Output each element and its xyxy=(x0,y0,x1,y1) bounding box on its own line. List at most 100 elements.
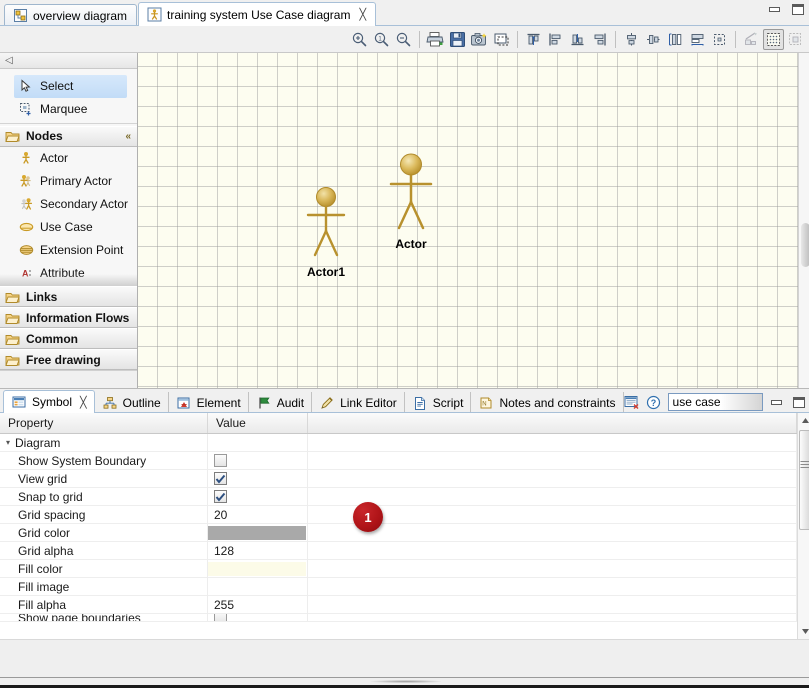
palette-item-actor[interactable]: Actor xyxy=(0,147,137,170)
property-value[interactable] xyxy=(208,487,308,506)
palette-item-secondary-actor[interactable]: Secondary Actor xyxy=(0,193,137,216)
palette-drawer-links[interactable]: Links xyxy=(0,286,137,307)
maximize-window-button[interactable] xyxy=(790,2,806,16)
match-height-icon[interactable] xyxy=(665,29,686,50)
zoom-out-icon[interactable] xyxy=(393,29,414,50)
properties-scrollbar-thumb[interactable] xyxy=(799,430,811,530)
property-value[interactable] xyxy=(208,559,308,578)
align-left-icon[interactable] xyxy=(545,29,566,50)
property-value[interactable] xyxy=(208,614,308,621)
table-row[interactable]: Fill color xyxy=(0,559,797,578)
palette-tool-select[interactable]: Select xyxy=(14,74,127,98)
palette-drawer-common[interactable]: Common xyxy=(0,328,137,349)
close-icon[interactable]: ╳ xyxy=(80,396,87,409)
table-row[interactable]: Grid spacing 20 xyxy=(0,505,797,524)
property-value[interactable] xyxy=(208,451,308,470)
checkbox-unchecked[interactable] xyxy=(214,454,227,467)
tab-link-editor[interactable]: Link Editor xyxy=(312,392,405,413)
align-top-icon[interactable] xyxy=(523,29,544,50)
tab-notes-and-constraints[interactable]: N Notes and constraints xyxy=(471,392,624,413)
symbol-search-input[interactable]: use case xyxy=(667,393,763,411)
palette-divider xyxy=(0,122,137,124)
tab-audit[interactable]: Audit xyxy=(249,392,313,413)
column-header-value[interactable]: Value xyxy=(208,413,308,433)
align-middle-horizontal-icon[interactable] xyxy=(643,29,664,50)
editor-tab-use-case-diagram[interactable]: training system Use Case diagram ╳ xyxy=(138,2,377,26)
save-icon[interactable] xyxy=(447,29,468,50)
screenshot-icon[interactable] xyxy=(469,29,490,50)
chevron-collapse-icon[interactable]: « xyxy=(125,131,131,142)
property-value[interactable]: 128 xyxy=(208,541,308,560)
checkbox-checked[interactable] xyxy=(214,490,227,503)
select-area-icon[interactable] xyxy=(491,29,512,50)
property-value[interactable] xyxy=(208,577,308,596)
align-right-icon[interactable] xyxy=(589,29,610,50)
scroll-down-arrow-icon[interactable] xyxy=(798,624,812,639)
canvas-actor-Actor1[interactable]: Actor1 xyxy=(298,183,354,279)
palette-header[interactable]: ◁ xyxy=(0,53,137,69)
palette-drawer-nodes[interactable]: Nodes « xyxy=(0,125,137,147)
tab-outline[interactable]: Outline xyxy=(95,392,169,413)
align-bottom-icon[interactable] xyxy=(567,29,588,50)
minimize-window-button[interactable] xyxy=(766,2,782,16)
table-row[interactable]: View grid xyxy=(0,469,797,488)
tab-script[interactable]: Script xyxy=(405,392,472,413)
table-row[interactable]: Fill alpha 255 xyxy=(0,595,797,614)
property-value[interactable]: 20 xyxy=(208,505,308,524)
properties-vertical-scrollbar[interactable] xyxy=(797,413,812,639)
match-width-icon[interactable] xyxy=(687,29,708,50)
tab-symbol[interactable]: Symbol ╳ xyxy=(3,390,95,413)
tab-element[interactable]: Element xyxy=(169,392,249,413)
palette-item-use-case[interactable]: Use Case xyxy=(0,216,137,239)
checkbox-unchecked[interactable] xyxy=(214,614,227,621)
table-row[interactable]: Show page boundaries xyxy=(0,614,797,622)
column-header-property[interactable]: Property xyxy=(0,413,208,433)
fit-to-content-icon[interactable] xyxy=(709,29,730,50)
help-icon[interactable]: ? xyxy=(646,394,662,410)
show-grid-icon[interactable] xyxy=(763,28,784,50)
grid-color-swatch[interactable] xyxy=(208,525,306,540)
canvas-vertical-scrollbar[interactable] xyxy=(798,53,812,388)
palette-drawer-free-drawing[interactable]: Free drawing xyxy=(0,349,137,370)
palette-item-primary-actor[interactable]: Primary Actor xyxy=(0,170,137,193)
canvas-actor-Actor[interactable]: Actor xyxy=(380,149,442,253)
property-filler xyxy=(308,559,797,578)
table-row[interactable]: ▾ Diagram xyxy=(0,434,797,452)
print-icon[interactable] xyxy=(425,29,446,50)
editor-tab-overview-diagram[interactable]: overview diagram xyxy=(4,4,138,26)
palette-drawer-information-flows[interactable]: Information Flows xyxy=(0,307,137,328)
actor-figure-icon xyxy=(389,153,433,230)
snap-to-geometry-icon[interactable] xyxy=(741,29,762,50)
table-row[interactable]: Fill image xyxy=(0,577,797,596)
fill-color-swatch[interactable] xyxy=(208,561,306,576)
property-value[interactable] xyxy=(208,469,308,488)
use-case-diagram-icon xyxy=(146,7,162,23)
canvas-scrollbar-thumb[interactable] xyxy=(801,223,810,267)
maximize-view-button[interactable] xyxy=(791,395,807,409)
minimize-view-button[interactable] xyxy=(769,395,785,409)
property-value[interactable]: 255 xyxy=(208,595,308,614)
table-row[interactable]: Grid color xyxy=(0,523,797,542)
palette-item-extension-point[interactable]: Extension Point xyxy=(0,239,137,262)
close-icon[interactable]: ╳ xyxy=(359,8,366,21)
window-resize-handle[interactable] xyxy=(0,677,812,685)
checkbox-checked[interactable] xyxy=(214,472,227,485)
snap-to-grid-icon[interactable] xyxy=(785,29,806,50)
diagram-canvas[interactable]: Actor1 Actor xyxy=(138,53,798,388)
notes-constraints-icon: N xyxy=(478,395,494,411)
zoom-in-icon[interactable] xyxy=(349,29,370,50)
scroll-up-arrow-icon[interactable] xyxy=(798,413,812,428)
filter-properties-icon[interactable] xyxy=(624,394,640,410)
palette-tool-marquee[interactable]: Marquee xyxy=(0,98,137,121)
expand-collapse-triangle-icon[interactable]: ▾ xyxy=(6,438,10,447)
property-value[interactable] xyxy=(208,523,308,542)
table-row[interactable]: Show System Boundary xyxy=(0,451,797,470)
property-filler xyxy=(308,595,797,614)
overview-diagram-icon xyxy=(12,8,28,24)
table-row[interactable]: Grid alpha 128 xyxy=(0,541,797,560)
align-center-vertical-icon[interactable] xyxy=(621,29,642,50)
zoom-actual-icon[interactable]: 1 xyxy=(371,29,392,50)
table-row[interactable]: Snap to grid xyxy=(0,487,797,506)
palette-collapse-icon[interactable]: ◁ xyxy=(5,55,13,66)
property-label: Snap to grid xyxy=(18,489,83,504)
